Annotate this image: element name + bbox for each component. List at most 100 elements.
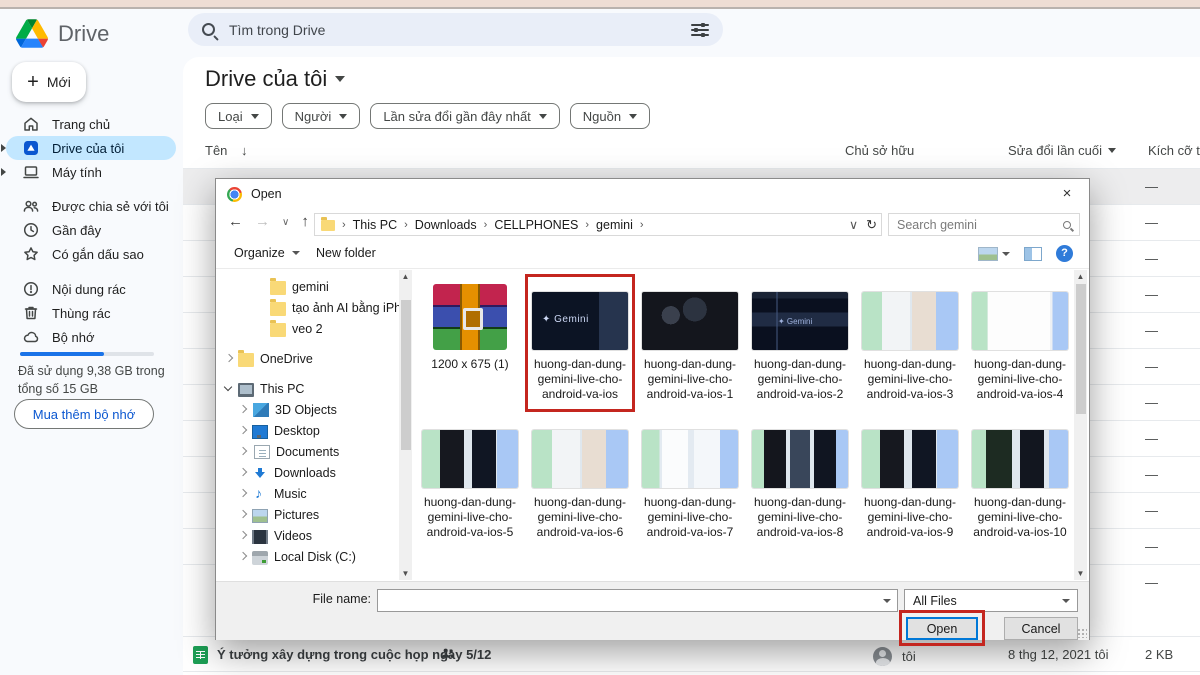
open-button[interactable]: Open: [906, 617, 978, 640]
tree-expander-icon[interactable]: [238, 426, 248, 436]
tree-scrollbar[interactable]: ▲ ▼: [399, 270, 412, 580]
column-header-owner[interactable]: Chủ sở hữu: [845, 143, 914, 158]
file-grid-item[interactable]: huong-dan-dung-gemini-live-cho-android-v…: [528, 280, 632, 402]
tree-item[interactable]: Desktop: [216, 420, 399, 441]
organize-menu[interactable]: Organize: [234, 246, 300, 260]
scroll-up-icon[interactable]: ▲: [1074, 270, 1087, 283]
tree-item[interactable]: veo 2: [216, 318, 399, 339]
tree-item-label: Videos: [274, 529, 312, 543]
address-dropdown-icon[interactable]: ∨: [849, 217, 858, 232]
dialog-title-bar[interactable]: Open: [216, 179, 1089, 209]
tree-expander-icon[interactable]: [238, 489, 248, 499]
tree-expander-icon[interactable]: [238, 510, 248, 520]
refresh-icon[interactable]: ↻: [866, 217, 877, 233]
sidebar-item-trash[interactable]: Thùng rác: [6, 301, 176, 325]
cancel-button[interactable]: Cancel: [1004, 617, 1078, 640]
scroll-down-icon[interactable]: ▼: [399, 567, 412, 580]
tree-item[interactable]: Documents: [216, 441, 399, 462]
tree-item[interactable]: Downloads: [216, 462, 399, 483]
file-grid-item[interactable]: huong-dan-dung-gemini-live-cho-android-v…: [968, 418, 1072, 540]
filter-chip[interactable]: Người: [282, 103, 361, 129]
forward-icon[interactable]: →: [255, 213, 270, 230]
drive-search-placeholder[interactable]: Tìm trong Drive: [229, 22, 691, 38]
scroll-down-icon[interactable]: ▼: [1074, 567, 1087, 580]
file-type-select[interactable]: All Files: [904, 589, 1078, 612]
history-dropdown-icon[interactable]: ∨: [282, 217, 289, 230]
page-title[interactable]: Drive của tôi: [205, 66, 345, 92]
file-grid-item[interactable]: huong-dan-dung-gemini-live-cho-android-v…: [748, 418, 852, 540]
table-row-bottom[interactable]: Ý tưởng xây dựng trong cuộc họp ngày 5/1…: [183, 636, 1200, 672]
tree-item[interactable]: This PC: [216, 378, 399, 399]
file-grid-item[interactable]: 1200 x 675 (1): [418, 280, 522, 402]
file-grid-item[interactable]: huong-dan-dung-gemini-live-cho-android-v…: [748, 280, 852, 402]
file-grid-item[interactable]: huong-dan-dung-gemini-live-cho-android-v…: [638, 418, 742, 540]
back-icon[interactable]: ←: [228, 213, 243, 230]
drive-search-bar[interactable]: Tìm trong Drive: [188, 13, 723, 46]
breadcrumb-item[interactable]: Downloads: [415, 218, 477, 232]
new-folder-button[interactable]: New folder: [316, 246, 376, 260]
breadcrumb-item[interactable]: CELLPHONES: [494, 218, 578, 232]
tree-expander-icon[interactable]: [238, 552, 248, 562]
sidebar-item-storage[interactable]: Bộ nhớ: [6, 325, 176, 349]
tree-item[interactable]: tạo ảnh AI bằng iPhone: [216, 297, 399, 318]
file-grid-item[interactable]: huong-dan-dung-gemini-live-cho-android-v…: [528, 418, 632, 540]
dialog-search-box[interactable]: Search gemini: [888, 213, 1080, 236]
tree-scrollbar-thumb[interactable]: [401, 300, 411, 450]
tree-expander-icon[interactable]: [238, 468, 248, 478]
sidebar-item-my-drive[interactable]: Drive của tôi: [6, 136, 176, 160]
sidebar-item-spam[interactable]: Nội dung rác: [6, 277, 176, 301]
filter-chip[interactable]: Loại: [205, 103, 272, 129]
column-header-name[interactable]: Tên: [205, 143, 227, 158]
grid-scrollbar-thumb[interactable]: [1076, 284, 1086, 414]
up-icon[interactable]: ↑: [301, 213, 309, 230]
expand-arrow-icon[interactable]: [1, 168, 6, 176]
sidebar-item-shared-with-me[interactable]: Được chia sẻ với tôi: [6, 194, 176, 218]
search-options-icon[interactable]: [691, 23, 709, 37]
file-grid-item[interactable]: huong-dan-dung-gemini-live-cho-android-v…: [858, 280, 962, 402]
file-name-input[interactable]: [377, 589, 898, 612]
sidebar-item-recent[interactable]: Gần đây: [6, 218, 176, 242]
tree-item[interactable]: gemini: [216, 276, 399, 297]
file-grid-item[interactable]: huong-dan-dung-gemini-live-cho-android-v…: [418, 418, 522, 540]
tree-item[interactable]: Music: [216, 483, 399, 504]
scroll-up-icon[interactable]: ▲: [399, 270, 412, 283]
help-icon[interactable]: ?: [1056, 245, 1073, 262]
filter-chip[interactable]: Lần sửa đổi gần đây nhất: [370, 103, 559, 129]
breadcrumb-item[interactable]: This PC: [353, 218, 397, 232]
address-bar[interactable]: › This PC › Downloads › CELLPHONES: [314, 213, 882, 236]
sidebar-item-starred[interactable]: Có gắn dấu sao: [6, 242, 176, 266]
file-grid-item[interactable]: huong-dan-dung-gemini-live-cho-android-v…: [968, 280, 1072, 402]
preview-pane-icon[interactable]: [1024, 247, 1042, 261]
filter-chip[interactable]: Nguồn: [570, 103, 650, 129]
resize-grip[interactable]: [1077, 628, 1087, 638]
chevron-down-icon[interactable]: [877, 590, 897, 611]
tree-expander-icon[interactable]: [238, 405, 248, 415]
column-header-size[interactable]: Kích cỡ tệp: [1148, 143, 1200, 158]
view-mode-button[interactable]: [978, 247, 1010, 261]
grid-scrollbar[interactable]: ▲ ▼: [1074, 270, 1087, 580]
expand-arrow-icon[interactable]: [1, 144, 6, 152]
sidebar-item-computers[interactable]: Máy tính: [6, 160, 176, 184]
tree-expander-icon[interactable]: [224, 354, 234, 364]
buy-storage-button[interactable]: Mua thêm bộ nhớ: [14, 399, 154, 429]
tree-item[interactable]: Local Disk (C:): [216, 546, 399, 567]
column-header-modified[interactable]: Sửa đổi lần cuối: [1008, 143, 1116, 158]
breadcrumb-item[interactable]: gemini: [596, 218, 633, 232]
tree-expander-icon[interactable]: [224, 384, 234, 394]
tree-expander-icon[interactable]: [256, 324, 266, 334]
tree-item[interactable]: Pictures: [216, 504, 399, 525]
file-grid-item[interactable]: huong-dan-dung-gemini-live-cho-android-v…: [858, 418, 962, 540]
tree-expander-icon[interactable]: [238, 447, 248, 457]
tree-item[interactable]: OneDrive: [216, 348, 399, 369]
close-icon[interactable]: ×: [1055, 184, 1079, 204]
new-button[interactable]: + Mới: [12, 62, 86, 102]
sidebar-item-home[interactable]: Trang chủ: [6, 112, 176, 136]
tree-expander-icon[interactable]: [256, 303, 266, 313]
tree-expander-icon[interactable]: [256, 282, 266, 292]
tree-expander-icon[interactable]: [238, 531, 248, 541]
tree-item[interactable]: Videos: [216, 525, 399, 546]
sort-arrow-icon[interactable]: ↓: [241, 143, 248, 158]
dialog-nav-row: ← → ∨ ↑ › This PC › Downloads: [216, 209, 1089, 240]
file-grid-item[interactable]: huong-dan-dung-gemini-live-cho-android-v…: [638, 280, 742, 402]
tree-item[interactable]: 3D Objects: [216, 399, 399, 420]
